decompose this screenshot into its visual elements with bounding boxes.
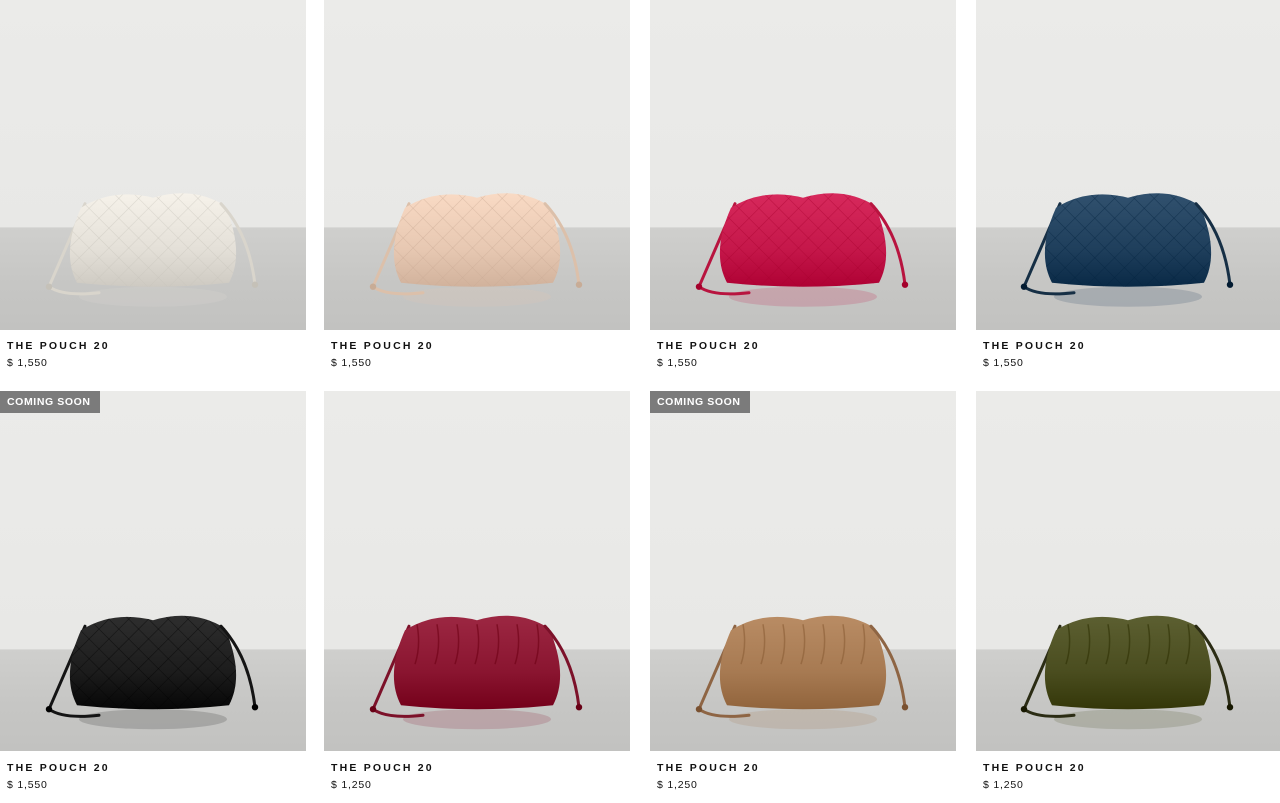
product-price: $ 1,250 xyxy=(657,779,698,791)
bag-reflection xyxy=(1054,709,1202,730)
product-card[interactable]: THE POUCH 20 $ 1,550 xyxy=(324,0,630,370)
drawstring-knot xyxy=(251,281,259,288)
drawstring-knot xyxy=(1020,283,1028,290)
bag-weave-texture xyxy=(393,193,561,287)
drawstring-knot xyxy=(901,281,909,288)
pouch-bag-illustration xyxy=(1020,193,1234,307)
drawstring-knot xyxy=(901,704,909,711)
product-card[interactable]: COMING SOON THE POUCH 20 $ 1,550 xyxy=(0,391,306,792)
product-image[interactable] xyxy=(976,0,1280,330)
drawstring-knot xyxy=(45,283,53,290)
product-price: $ 1,550 xyxy=(983,357,1024,369)
drawstring-knot xyxy=(695,283,703,290)
product-image[interactable] xyxy=(0,0,306,330)
pouch-bag-illustration xyxy=(45,615,259,730)
pouch-bag-illustration xyxy=(369,193,583,307)
drawstring-knot xyxy=(1226,281,1234,288)
product-name[interactable]: THE POUCH 20 xyxy=(7,762,306,775)
product-name[interactable]: THE POUCH 20 xyxy=(331,762,630,775)
bag-reflection xyxy=(1054,286,1202,307)
bag-weave-texture xyxy=(719,193,887,287)
product-card[interactable]: COMING SOON THE POUCH 20 $ 1,250 xyxy=(650,391,956,792)
drawstring-knot xyxy=(369,283,377,290)
drawstring-knot xyxy=(695,706,703,713)
pouch-bag-illustration xyxy=(45,193,259,307)
drawstring-knot xyxy=(251,704,259,711)
product-image[interactable]: COMING SOON xyxy=(650,391,956,751)
coming-soon-badge: COMING SOON xyxy=(0,391,100,413)
pouch-bag-illustration xyxy=(695,193,909,307)
product-name[interactable]: THE POUCH 20 xyxy=(983,762,1280,775)
product-card[interactable]: THE POUCH 20 $ 1,250 xyxy=(324,391,630,792)
product-name[interactable]: THE POUCH 20 xyxy=(7,340,306,353)
bag-reflection xyxy=(729,709,877,730)
pouch-bag-illustration xyxy=(369,615,583,730)
product-price: $ 1,250 xyxy=(331,779,372,791)
pouch-bag-illustration xyxy=(695,615,909,730)
drawstring-knot xyxy=(575,704,583,711)
product-image[interactable] xyxy=(976,391,1280,751)
product-price: $ 1,550 xyxy=(331,357,372,369)
product-card[interactable]: THE POUCH 20 $ 1,250 xyxy=(976,391,1280,792)
product-card[interactable]: THE POUCH 20 $ 1,550 xyxy=(0,0,306,370)
product-price: $ 1,550 xyxy=(7,357,48,369)
pouch-bag-illustration xyxy=(1020,615,1234,730)
drawstring-knot xyxy=(1226,704,1234,711)
product-grid: THE POUCH 20 $ 1,550 THE POUCH 20 $ 1,550 xyxy=(0,0,1280,803)
product-price: $ 1,550 xyxy=(657,357,698,369)
bag-reflection xyxy=(79,709,227,730)
product-card[interactable]: THE POUCH 20 $ 1,550 xyxy=(976,0,1280,370)
product-image[interactable] xyxy=(324,391,630,751)
product-price: $ 1,550 xyxy=(7,779,48,791)
bag-weave-texture xyxy=(69,193,237,287)
drawstring-knot xyxy=(1020,706,1028,713)
bag-weave-texture xyxy=(69,615,237,710)
drawstring-knot xyxy=(369,706,377,713)
bag-reflection xyxy=(403,286,551,307)
product-name[interactable]: THE POUCH 20 xyxy=(657,340,956,353)
product-name[interactable]: THE POUCH 20 xyxy=(983,340,1280,353)
product-name[interactable]: THE POUCH 20 xyxy=(657,762,956,775)
bag-reflection xyxy=(79,286,227,307)
product-image[interactable]: COMING SOON xyxy=(0,391,306,751)
product-image[interactable] xyxy=(324,0,630,330)
product-name[interactable]: THE POUCH 20 xyxy=(331,340,630,353)
coming-soon-badge: COMING SOON xyxy=(650,391,750,413)
product-card[interactable]: THE POUCH 20 $ 1,550 xyxy=(650,0,956,370)
drawstring-knot xyxy=(45,706,53,713)
drawstring-knot xyxy=(575,281,583,288)
bag-weave-texture xyxy=(1044,193,1212,287)
bag-reflection xyxy=(403,709,551,730)
product-image[interactable] xyxy=(650,0,956,330)
bag-reflection xyxy=(729,286,877,307)
product-price: $ 1,250 xyxy=(983,779,1024,791)
